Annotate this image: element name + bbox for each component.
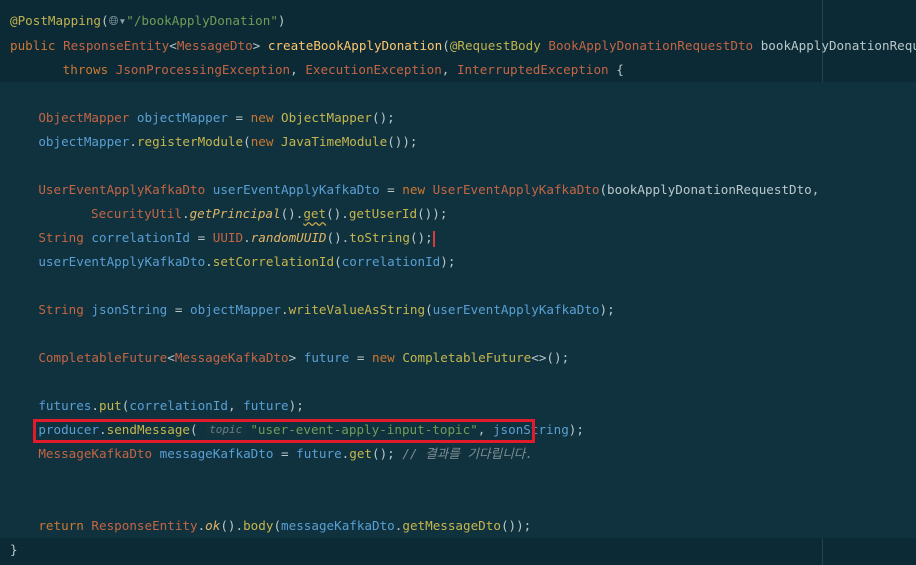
- code-editor[interactable]: new @PostMapping(🌐︎▾"/bookApplyDonation"…: [0, 0, 916, 565]
- text-cursor: [432, 230, 435, 247]
- code-line-register-module[interactable]: objectMapper.registerModule(new JavaTime…: [0, 130, 916, 154]
- code-line-annotation[interactable]: @PostMapping(🌐︎▾"/bookApplyDonation"): [0, 9, 916, 33]
- code-line-future-get[interactable]: MessageKafkaDto messageKafkaDto = future…: [0, 442, 916, 466]
- code-comment: // 결과를 기다립니다.: [402, 446, 533, 461]
- code-line-blank[interactable]: [0, 274, 916, 298]
- code-line-closing-brace[interactable]: }: [0, 538, 916, 562]
- code-line-set-correlation[interactable]: userEventApplyKafkaDto.setCorrelationId(…: [0, 250, 916, 274]
- annotation-postmapping: @PostMapping: [10, 13, 101, 28]
- code-line-blank[interactable]: [0, 82, 916, 106]
- method-name: createBookApplyDonation: [267, 38, 443, 53]
- code-line-method-signature[interactable]: public ResponseEntity<MessageDto> create…: [0, 34, 916, 58]
- parameter-hint-topic: topic: [205, 422, 247, 438]
- code-line-kafkadto-decl[interactable]: UserEventApplyKafkaDto userEventApplyKaf…: [0, 178, 916, 202]
- mapping-path-string: "/bookApplyDonation": [126, 13, 278, 28]
- warning-squiggle[interactable]: get: [303, 206, 326, 221]
- code-line-blank[interactable]: [0, 490, 916, 514]
- code-line-blank[interactable]: [0, 466, 916, 490]
- code-line-correlation-id[interactable]: String correlationId = UUID.randomUUID()…: [0, 226, 916, 250]
- code-line-blank[interactable]: [0, 322, 916, 346]
- code-line-blank[interactable]: [0, 370, 916, 394]
- code-line-json-string[interactable]: String jsonString = objectMapper.writeVa…: [0, 298, 916, 322]
- globe-icon[interactable]: 🌐︎: [109, 13, 119, 28]
- code-line-blank[interactable]: [0, 154, 916, 178]
- topic-string: "user-event-apply-input-topic": [250, 422, 478, 437]
- code-line-objectmapper-decl[interactable]: ObjectMapper objectMapper = new ObjectMa…: [0, 106, 916, 130]
- code-line-return[interactable]: return ResponseEntity.ok().body(messageK…: [0, 514, 916, 538]
- code-line-future-decl[interactable]: CompletableFuture<MessageKafkaDto> futur…: [0, 346, 916, 370]
- inlay-hint-new: new: [10, 0, 28, 5]
- code-line-futures-put[interactable]: futures.put(correlationId, future);: [0, 394, 916, 418]
- code-line-send-message[interactable]: producer.sendMessage( topic "user-event-a…: [0, 418, 916, 442]
- code-line-security-util[interactable]: SecurityUtil.getPrincipal().get().getUse…: [0, 202, 916, 226]
- code-line-throws[interactable]: throws JsonProcessingException, Executio…: [0, 58, 916, 82]
